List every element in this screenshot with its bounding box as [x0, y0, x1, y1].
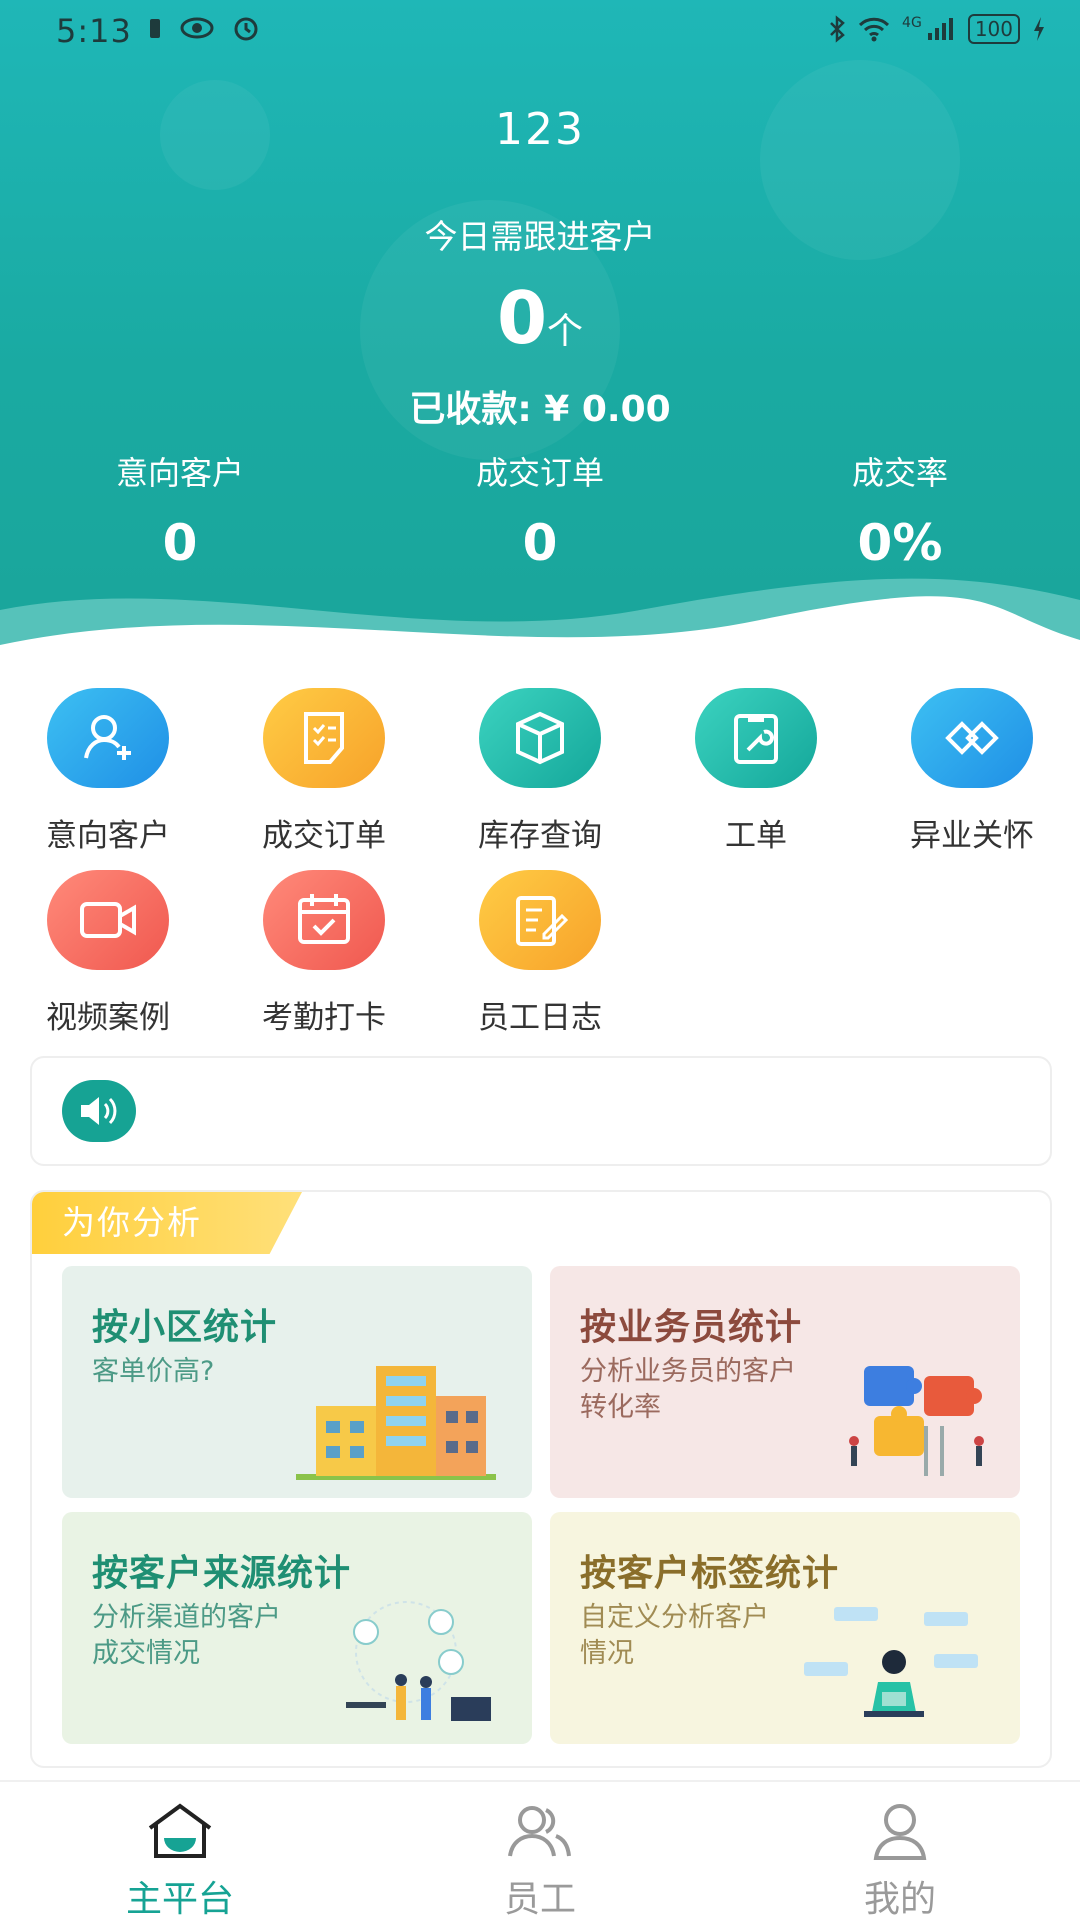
menu-inventory[interactable]: 库存查询: [432, 688, 648, 870]
stat-label: 成交订单: [475, 454, 604, 492]
battery-indicator: 100: [967, 14, 1020, 44]
menu-label: 考勤打卡: [262, 1000, 386, 1036]
menu-attendance[interactable]: 考勤打卡: [216, 870, 432, 1052]
eye-icon: [180, 17, 214, 39]
status-time: 5:13: [56, 12, 132, 50]
analysis-section: 为你分析 按小区统计 客单价高? 按业务员统计 分析业务员的客户 转化率 按客户…: [30, 1190, 1052, 1768]
tab-label: 我的: [863, 1879, 936, 1920]
announcement-bar[interactable]: [30, 1056, 1052, 1166]
analysis-tag: 为你分析: [32, 1192, 302, 1254]
card-source-stats[interactable]: 按客户来源统计 分析渠道的客户 成交情况: [62, 1512, 532, 1744]
group-icon: [508, 1806, 571, 1857]
diamond-link-icon: [911, 688, 1033, 788]
today-followup-count[interactable]: 0个: [0, 276, 1080, 360]
menu-label: 成交订单: [262, 818, 386, 854]
feature-menu: 意向客户 成交订单 库存查询 工单 异业关怀 视频案例 考勤打卡 员工日志: [0, 688, 1080, 1052]
today-followup-label: 今日需跟进客户: [424, 217, 656, 256]
wrench-clipboard-icon: [695, 688, 817, 788]
menu-video-cases[interactable]: 视频案例: [0, 870, 216, 1052]
speaker-icon: [62, 1080, 136, 1142]
stat-label: 成交率: [851, 454, 948, 492]
menu-deal-orders[interactable]: 成交订单: [216, 688, 432, 870]
bottom-tab-bar: 主平台 员工 我的: [0, 1780, 1080, 1922]
tab-staff[interactable]: 员工: [360, 1782, 720, 1922]
menu-staff-log[interactable]: 员工日志: [432, 870, 648, 1052]
menu-cross-industry-care[interactable]: 异业关怀: [864, 688, 1080, 870]
alarm-icon: [234, 17, 258, 41]
card-title: 按业务员统计: [580, 1307, 803, 1348]
tab-label: 主平台: [125, 1879, 234, 1920]
box-icon: [479, 688, 601, 788]
menu-label: 工单: [725, 818, 787, 854]
menu-label: 库存查询: [478, 818, 602, 854]
video-camera-icon: [47, 870, 169, 970]
received-amount: 已收款: ¥ 0.00: [409, 389, 671, 430]
today-count-value: 0: [496, 276, 548, 360]
person-icon: [873, 1804, 927, 1860]
wifi-icon: [858, 17, 890, 42]
notebook-pen-icon: [479, 870, 601, 970]
tab-mine[interactable]: 我的: [720, 1782, 1080, 1922]
add-user-icon: [47, 688, 169, 788]
menu-label: 意向客户: [46, 818, 170, 854]
channels-illustration: [346, 1601, 491, 1721]
card-subtitle: 分析渠道的客户 成交情况: [92, 1602, 281, 1669]
calendar-check-icon: [263, 870, 385, 970]
wave-divider: [0, 578, 1080, 670]
tab-label: 员工: [503, 1879, 576, 1920]
today-count-unit: 个: [547, 311, 584, 352]
header-banner: 5:13 4G 100 123 今日需跟进客户 0个 已收款: ¥ 0.00 意…: [0, 0, 1080, 670]
home-icon: [148, 1803, 212, 1858]
card-title: 按客户标签统计: [580, 1553, 840, 1594]
charging-icon: [1034, 17, 1044, 41]
card-title: 按客户来源统计: [92, 1553, 352, 1594]
menu-label: 员工日志: [478, 1000, 602, 1036]
company-name: 123: [495, 104, 585, 155]
card-subtitle: 分析业务员的客户 转化率: [580, 1356, 796, 1423]
order-form-icon: [263, 688, 385, 788]
menu-label: 视频案例: [46, 1000, 170, 1036]
card-subtitle: 客单价高?: [92, 1356, 215, 1387]
menu-intent-customers[interactable]: 意向客户: [0, 688, 216, 870]
puzzle-illustration: [849, 1366, 984, 1476]
card-salesperson-stats[interactable]: 按业务员统计 分析业务员的客户 转化率: [550, 1266, 1020, 1498]
buildings-illustration: [296, 1366, 496, 1480]
network-type: 4G: [902, 15, 922, 31]
card-title: 按小区统计: [92, 1307, 278, 1348]
stat-label: 意向客户: [115, 454, 244, 492]
battery-saver-icon: [150, 19, 160, 38]
menu-work-order[interactable]: 工单: [648, 688, 864, 870]
signal-icon: [927, 18, 953, 40]
tab-main-platform[interactable]: 主平台: [0, 1782, 360, 1922]
tags-illustration: [804, 1607, 978, 1717]
card-tag-stats[interactable]: 按客户标签统计 自定义分析客户 情况: [550, 1512, 1020, 1744]
bluetooth-icon: [830, 15, 845, 43]
status-bar: 5:13 4G 100: [0, 0, 1080, 64]
card-community-stats[interactable]: 按小区统计 客单价高?: [62, 1266, 532, 1498]
card-subtitle: 自定义分析客户 情况: [580, 1602, 769, 1669]
menu-label: 异业关怀: [910, 818, 1034, 854]
